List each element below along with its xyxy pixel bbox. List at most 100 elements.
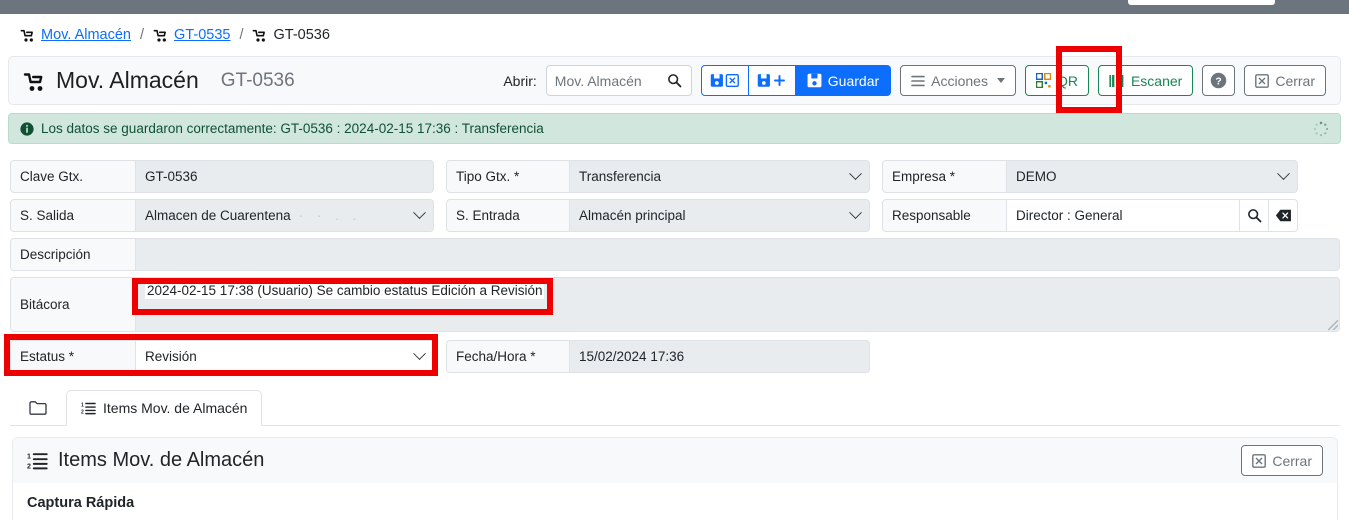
field-value: Almacén principal bbox=[579, 208, 686, 223]
save-label: Guardar bbox=[827, 72, 880, 89]
form-row-5: Estatus * Revisión Fecha/Hora * 15/02/20… bbox=[10, 340, 1340, 373]
field-select[interactable]: DEMO bbox=[1007, 160, 1298, 193]
form-row-3: Descripción bbox=[10, 238, 1340, 271]
chevron-down-icon bbox=[1277, 167, 1290, 181]
abrir-search-button[interactable] bbox=[657, 65, 692, 96]
breadcrumb-link-label[interactable]: GT-0535 bbox=[174, 27, 230, 43]
folder-icon bbox=[29, 400, 47, 415]
field-value: Revisión bbox=[145, 349, 197, 364]
cerrar-button[interactable]: Cerrar bbox=[1244, 65, 1326, 96]
breadcrumb-item-gt-0535[interactable]: GT-0535 bbox=[153, 27, 230, 43]
tab-label: Items Mov. de Almacén bbox=[103, 400, 248, 416]
escaner-label: Escaner bbox=[1130, 72, 1183, 89]
alert-message: Los datos se guardaron correctamente: GT… bbox=[41, 121, 544, 136]
field-select[interactable]: Almacén principal bbox=[570, 199, 870, 232]
field-value-ghost: · · . . bbox=[298, 208, 362, 223]
save-and-new-button[interactable] bbox=[748, 65, 796, 96]
field-label: S. Entrada bbox=[446, 199, 570, 232]
chevron-down-icon bbox=[413, 347, 426, 361]
qr-label: QR bbox=[1056, 72, 1078, 89]
field-value: Transferencia bbox=[579, 169, 662, 184]
acciones-button[interactable]: Acciones bbox=[900, 65, 1016, 96]
save-close-icon bbox=[710, 73, 740, 88]
items-panel-close-button[interactable]: Cerrar bbox=[1241, 445, 1323, 476]
chevron-down-icon bbox=[849, 167, 862, 181]
field-value[interactable]: Director : General bbox=[1007, 199, 1240, 232]
field-textarea[interactable]: 2024-02-15 17:38 (Usuario) Se cambio est… bbox=[136, 277, 1340, 332]
close-box-icon bbox=[1255, 73, 1270, 88]
svg-text:1: 1 bbox=[27, 453, 31, 461]
tab-items-mov-almacen[interactable]: 1 2 Items Mov. de Almacén bbox=[66, 390, 263, 426]
responsable-search-button[interactable] bbox=[1240, 199, 1269, 232]
chevron-down-icon bbox=[413, 206, 426, 220]
cerrar-label: Cerrar bbox=[1275, 72, 1315, 89]
items-panel-title: 1 2 Items Mov. de Almacén bbox=[27, 449, 264, 472]
bitacora-entry: 2024-02-15 17:38 (Usuario) Se cambio est… bbox=[145, 282, 545, 299]
items-panel: 1 2 Items Mov. de Almacén Cerrar Captura… bbox=[12, 437, 1338, 520]
field-select[interactable]: Revisión bbox=[136, 340, 434, 373]
captura-rapida-heading: Captura Rápida bbox=[27, 495, 135, 511]
numbered-list-icon: 1 2 bbox=[81, 401, 96, 415]
record-form: Clave Gtx. GT-0536 Tipo Gtx. * Transfere… bbox=[10, 160, 1340, 379]
field-label: Clave Gtx. bbox=[10, 160, 136, 193]
field-responsable: Responsable Director : General bbox=[882, 199, 1298, 232]
field-value: Almacen de Cuarentena bbox=[145, 208, 291, 223]
breadcrumb-current-label: GT-0536 bbox=[273, 27, 330, 43]
escaner-button[interactable]: Escaner bbox=[1097, 65, 1194, 96]
responsable-clear-button[interactable] bbox=[1269, 199, 1298, 232]
resize-handle[interactable] bbox=[1328, 320, 1338, 330]
browser-top-strip bbox=[0, 0, 1349, 14]
field-label: Responsable bbox=[882, 199, 1007, 232]
chevron-down-icon bbox=[996, 78, 1005, 83]
qr-button[interactable]: QR bbox=[1024, 65, 1089, 96]
browser-tab-stub bbox=[1128, 0, 1275, 5]
save-and-close-button[interactable] bbox=[700, 65, 749, 96]
close-box-icon bbox=[1252, 453, 1267, 468]
field-clave-gtx: Clave Gtx. GT-0536 bbox=[10, 160, 434, 193]
form-row-2: S. Salida Almacen de Cuarentena · · . . … bbox=[10, 199, 1340, 232]
record-id: GT-0536 bbox=[220, 69, 295, 91]
field-label: Empresa * bbox=[882, 160, 1007, 193]
field-label: Fecha/Hora * bbox=[446, 340, 570, 373]
save-new-icon bbox=[757, 73, 787, 88]
abrir-input[interactable] bbox=[545, 65, 658, 96]
field-tipo-gtx: Tipo Gtx. * Transferencia bbox=[446, 160, 870, 193]
field-estatus: Estatus * Revisión bbox=[10, 340, 434, 373]
truck-icon bbox=[153, 29, 169, 43]
field-label: Bitácora bbox=[10, 277, 136, 332]
field-select[interactable]: Transferencia bbox=[570, 160, 870, 193]
field-label: Tipo Gtx. * bbox=[446, 160, 570, 193]
help-button[interactable]: ? bbox=[1202, 65, 1236, 96]
search-icon bbox=[1247, 208, 1262, 223]
chevron-down-icon bbox=[849, 206, 862, 220]
field-select[interactable]: Almacen de Cuarentena · · . . bbox=[136, 199, 434, 232]
field-label: S. Salida bbox=[10, 199, 136, 232]
tab-folder-button[interactable] bbox=[10, 389, 66, 425]
field-value[interactable] bbox=[136, 238, 1340, 271]
breadcrumb-separator: / bbox=[140, 27, 145, 43]
breadcrumb-item-mov-almacen[interactable]: Mov. Almacén bbox=[20, 27, 131, 43]
record-toolbar: Abrir: Mov. Almacén Guardar Acciones QR … bbox=[503, 65, 1340, 96]
truck-icon bbox=[20, 29, 36, 43]
svg-text:2: 2 bbox=[81, 410, 84, 415]
field-fecha-hora: Fecha/Hora * 15/02/2024 17:36 bbox=[446, 340, 870, 373]
svg-text:?: ? bbox=[1216, 76, 1222, 87]
items-panel-header: 1 2 Items Mov. de Almacén Cerrar bbox=[13, 438, 1337, 483]
breadcrumb-link-label[interactable]: Mov. Almacén bbox=[41, 27, 131, 43]
success-alert: Los datos se guardaron correctamente: GT… bbox=[8, 113, 1341, 144]
field-empresa: Empresa * DEMO bbox=[882, 160, 1298, 193]
backspace-icon bbox=[1275, 209, 1292, 222]
numbered-list-icon: 1 2 bbox=[27, 451, 48, 470]
svg-text:2: 2 bbox=[27, 462, 31, 470]
field-descripcion: Descripción bbox=[10, 238, 1340, 271]
breadcrumb-item-gt-0536: GT-0536 bbox=[252, 27, 330, 43]
form-row-1: Clave Gtx. GT-0536 Tipo Gtx. * Transfere… bbox=[10, 160, 1340, 193]
save-button[interactable]: Guardar bbox=[795, 65, 892, 96]
form-row-4: Bitácora 2024-02-15 17:38 (Usuario) Se c… bbox=[10, 277, 1340, 332]
breadcrumb: Mov. Almacén / GT-0535 / GT-0536 bbox=[0, 14, 1349, 56]
field-label: Estatus * bbox=[10, 340, 136, 373]
hamburger-icon bbox=[911, 75, 925, 87]
field-value[interactable]: 15/02/2024 17:36 bbox=[570, 340, 870, 373]
acciones-label: Acciones bbox=[931, 72, 988, 89]
field-value[interactable]: GT-0536 bbox=[136, 160, 434, 193]
